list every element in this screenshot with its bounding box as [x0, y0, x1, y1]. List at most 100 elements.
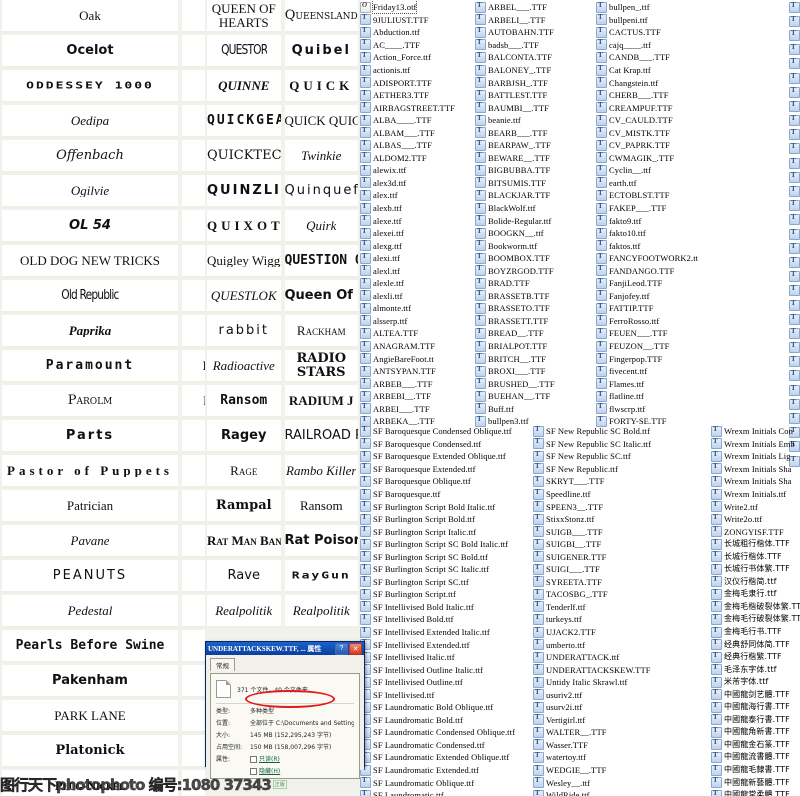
file-list-item[interactable]: 金梅毛楷破裂体繁.TT: [711, 601, 800, 614]
file-list-item[interactable]: Wrexm Initials Lig: [711, 450, 800, 463]
file-list-item[interactable]: UJACK2.TTF: [533, 626, 711, 639]
file-list-item[interactable]: BOOGKN__.ttf: [475, 227, 593, 240]
file-list-item[interactable]: BROXI___.TTF: [475, 365, 593, 378]
file-list-item[interactable]: SF New Republic SC Bold.ttf: [533, 425, 711, 438]
file-list-item[interactable]: BEARB___.TTF: [475, 126, 593, 139]
file-list-item[interactable]: BALONEY_.TTF: [475, 64, 593, 77]
file-list-item[interactable]: Bookworm.ttf: [475, 239, 593, 252]
file-list-item[interactable]: 中國龍角新書.TTF: [711, 726, 800, 739]
file-list-item[interactable]: SF New Republic SC.ttf: [533, 450, 711, 463]
file-list-item[interactable]: alexli.ttf: [360, 290, 476, 303]
dialog-title-bar[interactable]: UNDERATTACKSKEW.TTF, ... 属性 ? ✕: [206, 642, 364, 655]
file-list-item[interactable]: ZONGYISF.TTF: [711, 525, 800, 538]
file-list-item[interactable]: cajq____.ttf: [596, 39, 716, 52]
file-list-item[interactable]: badsb___.TTF: [475, 39, 593, 52]
file-list-item[interactable]: WALTER__.TTF: [533, 726, 711, 739]
file-list-item[interactable]: CV_MISTK.TTF: [596, 126, 716, 139]
file-list-item[interactable]: SF Burlington Script Bold.ttf: [360, 513, 540, 526]
file-list-item[interactable]: BALCONTA.TTF: [475, 51, 593, 64]
file-list-item[interactable]: AIRBAGSTREET.TTF: [360, 101, 476, 114]
file-list-item[interactable]: Wrexm Initials Con: [711, 425, 800, 438]
file-list-item[interactable]: 金梅毛行书.TTF: [711, 626, 800, 639]
file-list-item[interactable]: alewix.ttf: [360, 164, 476, 177]
file-list-column-2-top[interactable]: ARBEL___.TTFARBELI__.TTF AUTOBAHN.TTFbads…: [475, 1, 593, 428]
file-list-column-3-top[interactable]: bullpen_.ttfbullpeni.ttf CACTUS.TTFcajq__…: [596, 1, 716, 428]
file-list-item[interactable]: SF Intellivised Outline Italic.ttf: [360, 663, 540, 676]
file-list-item[interactable]: CREAMPUF.TTF: [596, 101, 716, 114]
file-list-item[interactable]: FANDANGO.TTF: [596, 264, 716, 277]
file-list-item[interactable]: FATTIP.TTF: [596, 302, 716, 315]
checkbox[interactable]: [250, 756, 257, 763]
file-list-item[interactable]: Flames.ttf: [596, 377, 716, 390]
file-list-item[interactable]: 金梅毛行破裂体繁.TT: [711, 613, 800, 626]
file-list-item[interactable]: CANDB___.TTF: [596, 51, 716, 64]
file-list-item[interactable]: SF Burlington Script SC Italic.ttf: [360, 563, 540, 576]
file-list-item[interactable]: WEDGIE__.TTF: [533, 764, 711, 777]
file-list-item[interactable]: SUIGENER.TTF: [533, 550, 711, 563]
file-list-item[interactable]: ALBAM___.TTF: [360, 126, 476, 139]
file-list-item[interactable]: SF Intellivised Bold Italic.ttf: [360, 601, 540, 614]
file-list-item[interactable]: CWMAGIK_.TTF: [596, 152, 716, 165]
file-list-item[interactable]: alexei.ttf: [360, 227, 476, 240]
file-list-item[interactable]: Abduction.ttf: [360, 26, 476, 39]
file-list-item[interactable]: SYREETA.TTF: [533, 576, 711, 589]
file-list-item[interactable]: SF Laundromatic Condensed.ttf: [360, 739, 540, 752]
file-list-item[interactable]: Wasser.TTF: [533, 739, 711, 752]
file-list-item[interactable]: 中國龍毛隸書.TTF: [711, 764, 800, 777]
file-list-item[interactable]: 中國龍新藝體.TTF: [711, 776, 800, 789]
file-list-item[interactable]: 汉仪行楷简.ttf: [711, 576, 800, 589]
file-list-item[interactable]: ANAGRAM.TTF: [360, 340, 476, 353]
file-list-item[interactable]: faktos.ttf: [596, 239, 716, 252]
file-list-item[interactable]: 长城行书体繁.TTF: [711, 563, 800, 576]
file-list-item[interactable]: ARBEBI__.TTF: [360, 390, 476, 403]
file-list-column-1-bottom[interactable]: SF Baroquesque Condensed Oblique.ttfSF B…: [360, 425, 540, 796]
file-list-item[interactable]: SPEEN3__.TTF: [533, 500, 711, 513]
file-list-item[interactable]: ARBEI___.TTF: [360, 403, 476, 416]
file-list-item[interactable]: turkeys.ttf: [533, 613, 711, 626]
file-list-item[interactable]: 9JULIUST.TTF: [360, 14, 476, 27]
tab-general[interactable]: 常规: [210, 658, 235, 671]
file-list-item[interactable]: SF Baroquesque Extended.ttf: [360, 463, 540, 476]
file-list-item[interactable]: BRITCH__.TTF: [475, 352, 593, 365]
file-list-item[interactable]: Wesley__.ttf: [533, 776, 711, 789]
help-button[interactable]: ?: [335, 642, 348, 655]
file-list-item[interactable]: SF Baroquesque Condensed.ttf: [360, 438, 540, 451]
file-list-item[interactable]: SF Intellivised Outline.ttf: [360, 676, 540, 689]
file-list-item[interactable]: ALTEA.TTF: [360, 327, 476, 340]
file-list-item[interactable]: AUTOBAHN.TTF: [475, 26, 593, 39]
file-list-item[interactable]: 经典舒同体简.TTF: [711, 638, 800, 651]
file-list-item[interactable]: SKRYT___.TTF: [533, 475, 711, 488]
file-list-item[interactable]: fakto9.ttf: [596, 214, 716, 227]
file-list-item[interactable]: BAUMBI__.TTF: [475, 101, 593, 114]
file-list-item[interactable]: SF Baroquesque Oblique.ttf: [360, 475, 540, 488]
file-list-item[interactable]: FanjiLeod.TTF: [596, 277, 716, 290]
file-list-item[interactable]: SUIGBI__.TTF: [533, 538, 711, 551]
file-list-item[interactable]: watertoy.ttf: [533, 751, 711, 764]
file-list-item[interactable]: SF Burlington Script SC.ttf: [360, 576, 540, 589]
file-list-item[interactable]: ALBA____.TTF: [360, 114, 476, 127]
file-list-item[interactable]: SF New Republic.ttf: [533, 463, 711, 476]
file-list-item[interactable]: ADISPORT.TTF: [360, 76, 476, 89]
file-list-item[interactable]: 中國龍堂柔體.TTF: [711, 789, 800, 796]
file-list-item[interactable]: 中國龍流書體.TTF: [711, 751, 800, 764]
file-list-item[interactable]: SF Burlington Script Bold Italic.ttf: [360, 500, 540, 513]
file-list-item[interactable]: alex.ttf: [360, 189, 476, 202]
file-list-item[interactable]: SF Intellivised Extended Italic.ttf: [360, 626, 540, 639]
file-list-item[interactable]: beanie.ttf: [475, 114, 593, 127]
file-list-item[interactable]: Wrexm Initials Sha: [711, 475, 800, 488]
file-list-item[interactable]: ARBEL___.TTF: [475, 1, 593, 14]
dialog-tabstrip[interactable]: 常规: [210, 658, 360, 671]
file-list-item[interactable]: Buff.ttf: [475, 403, 593, 416]
dialog-window-buttons[interactable]: ? ✕: [335, 642, 362, 655]
file-list-item[interactable]: CHERB___.TTF: [596, 89, 716, 102]
file-list-item[interactable]: actionis.ttf: [360, 64, 476, 77]
file-list-item[interactable]: alexg.ttf: [360, 239, 476, 252]
file-list-item[interactable]: BRIALPOT.TTF: [475, 340, 593, 353]
file-list-item[interactable]: SF Baroquesque.ttf: [360, 488, 540, 501]
close-icon[interactable]: ✕: [349, 642, 362, 655]
file-list-item[interactable]: Vertigirl.ttf: [533, 714, 711, 727]
file-list-item[interactable]: umberto.ttf: [533, 638, 711, 651]
file-list-item[interactable]: SF Laundromatic Extended Oblique.ttf: [360, 751, 540, 764]
file-list-item[interactable]: SF Burlington Script Italic.ttf: [360, 525, 540, 538]
file-list-item[interactable]: SF Laundromatic.ttf: [360, 789, 540, 796]
